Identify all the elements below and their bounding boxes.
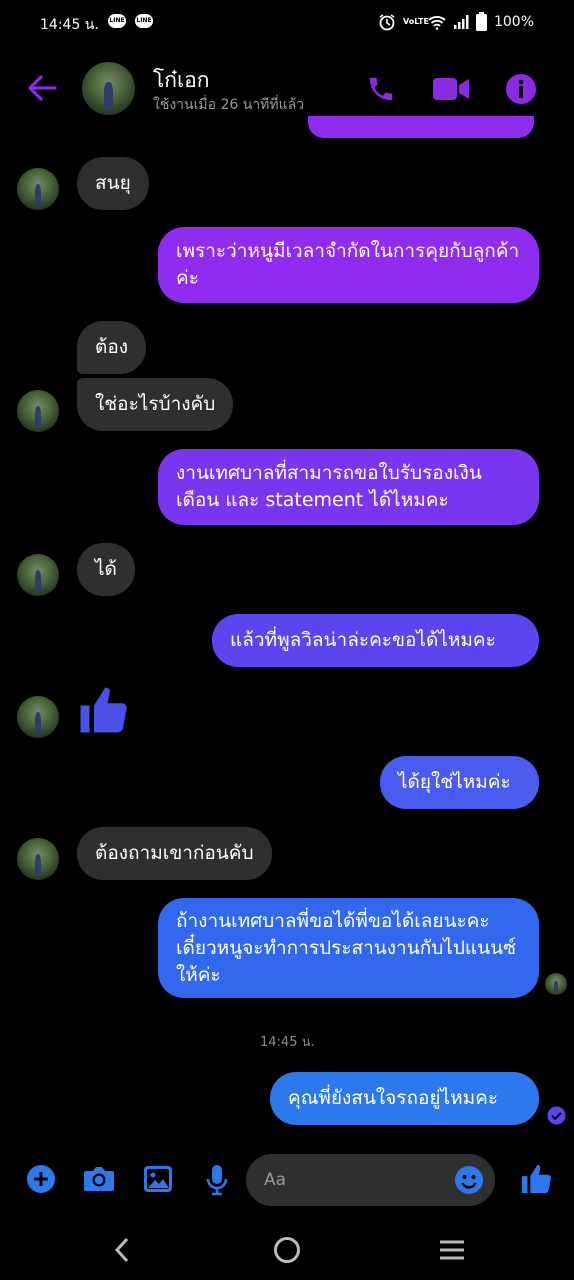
message-text: สนยุ (95, 172, 131, 194)
message-bubble-incoming[interactable]: ต้องถามเขาก่อนคับ (77, 827, 272, 880)
nav-home-button[interactable] (269, 1232, 305, 1268)
emoji-button[interactable] (452, 1163, 486, 1197)
sender-avatar[interactable] (17, 168, 59, 210)
video-camera-icon (433, 78, 469, 100)
delivered-check-icon (547, 1106, 566, 1125)
message-bubble-outgoing[interactable]: ได้ยุใช่ไหมค่ะ (380, 756, 539, 809)
smiley-icon (455, 1166, 483, 1194)
message-text: ใช่อะไรบ้างคับ (95, 393, 216, 415)
message-bubble-incoming[interactable]: สนยุ (77, 157, 149, 210)
voice-call-button[interactable] (362, 70, 400, 108)
info-icon (506, 74, 536, 104)
plus-circle-icon (27, 1165, 55, 1193)
status-time: 14:45 น. (40, 17, 99, 33)
message-text: ต้อง (95, 336, 129, 358)
microphone-icon (206, 1165, 228, 1196)
volte-icon: VoLTE (402, 16, 429, 26)
info-button[interactable] (502, 70, 540, 108)
battery-percent: 100% (493, 13, 534, 30)
read-receipt-avatar (545, 973, 567, 995)
sender-avatar[interactable] (17, 554, 59, 596)
system-navigation-bar (0, 1222, 574, 1280)
gallery-button[interactable] (141, 1162, 175, 1196)
image-icon (144, 1166, 172, 1192)
phone-icon (369, 77, 393, 101)
sender-avatar[interactable] (17, 696, 59, 738)
voice-message-button[interactable] (200, 1162, 234, 1198)
message-bubble-outgoing[interactable]: งานเทศบาลที่สามารถขอใบรับรองเงินเดือน แล… (158, 449, 539, 525)
status-bar: 14:45 น. LINE LINE VoLTE 100% (0, 0, 574, 46)
message-bubble-outgoing[interactable]: คุณพี่ยังสนใจรถอยู่ไหมคะ (270, 1072, 539, 1125)
status-icons: VoLTE 100% (378, 12, 534, 31)
contact-avatar[interactable] (82, 62, 135, 115)
home-circle-icon (274, 1237, 300, 1263)
line-app-icon: LINE (108, 14, 126, 28)
wifi-icon (428, 15, 446, 30)
thumbs-up-icon (521, 1164, 551, 1194)
camera-button[interactable] (82, 1162, 116, 1196)
signal-icon (453, 14, 469, 29)
sender-avatar[interactable] (17, 838, 59, 880)
send-like-button[interactable] (517, 1160, 555, 1198)
menu-lines-icon (440, 1240, 464, 1260)
back-button[interactable] (22, 70, 62, 106)
chevron-left-icon (114, 1237, 129, 1263)
message-bubble-partial[interactable] (308, 116, 534, 138)
message-text: ได้ยุใช่ไหมค่ะ (398, 771, 511, 793)
message-bubble-incoming[interactable]: ต้อง (77, 321, 147, 374)
battery-icon (475, 12, 487, 31)
nav-back-button[interactable] (104, 1232, 140, 1268)
message-bubble-incoming[interactable]: ได้ (77, 543, 135, 596)
message-bubble-outgoing[interactable]: ถ้างานเทศบาลพี่ขอได้พี่ขอได้เลยนะคะเดี๋ย… (158, 898, 539, 998)
message-text: เพราะว่าหนูมีเวลาจำกัดในการคุยกับลูกค้าค… (176, 240, 520, 289)
message-text: ถ้างานเทศบาลพี่ขอได้พี่ขอได้เลยนะคะเดี๋ย… (176, 909, 517, 986)
like-icon (80, 687, 127, 733)
line-app-icon: LINE (135, 14, 153, 28)
message-bubble-incoming[interactable]: ใช่อะไรบ้างคับ (77, 378, 234, 431)
message-text: ต้องถามเขาก่อนคับ (95, 842, 254, 864)
thumbs-up-sticker[interactable] (76, 682, 130, 738)
video-call-button[interactable] (430, 70, 472, 108)
alarm-icon (379, 13, 395, 30)
message-text: แล้วที่พูลวิลน่าล่ะคะขอได้ไหมคะ (230, 629, 496, 651)
nav-recents-button[interactable] (434, 1232, 470, 1268)
message-bubble-outgoing[interactable]: เพราะว่าหนูมีเวลาจำกัดในการคุยกับลูกค้าค… (158, 227, 539, 303)
last-active-status: ใช้งานเมื่อ 26 นาทีที่แล้ว (153, 97, 305, 113)
add-button[interactable] (24, 1162, 58, 1196)
sender-avatar[interactable] (17, 390, 59, 432)
message-text: ได้ (95, 558, 117, 580)
camera-icon (84, 1167, 114, 1191)
message-text: คุณพี่ยังสนใจรถอยู่ไหมคะ (288, 1087, 499, 1109)
arrow-left-icon (28, 75, 57, 101)
message-timestamp: 14:45 น. (260, 1035, 315, 1050)
contact-name[interactable]: โก๋เอก (153, 64, 210, 97)
message-bubble-outgoing[interactable]: แล้วที่พูลวิลน่าล่ะคะขอได้ไหมคะ (212, 614, 539, 667)
message-input-placeholder: Aa (264, 1170, 287, 1190)
message-text: งานเทศบาลที่สามารถขอใบรับรองเงินเดือน แล… (176, 462, 482, 511)
